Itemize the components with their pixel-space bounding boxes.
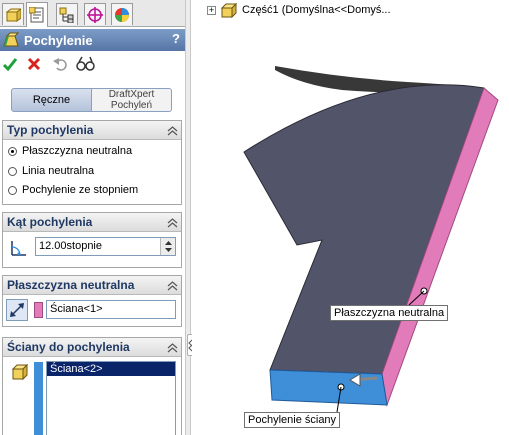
panel-title: Pochylenie <box>24 32 93 48</box>
draft-angle-value: 12.00stopnie <box>39 240 102 252</box>
draft-face-callout-label: Pochylenie ściany <box>248 414 337 426</box>
radio-label: Linia neutralna <box>22 165 95 177</box>
draft-direction-arrow <box>351 376 378 382</box>
radio-button[interactable] <box>8 185 17 195</box>
neutral-plane-title: Płaszczyzna neutralna <box>7 278 135 292</box>
ok-check-icon <box>2 58 18 72</box>
draft-angle-title: Kąt pochylenia <box>7 215 93 229</box>
property-manager-icon <box>29 7 44 23</box>
draftxpert-label-line1: DraftXpert <box>108 89 155 100</box>
undo-button[interactable] <box>50 54 70 74</box>
draft-face-leader-dot <box>337 383 345 391</box>
graphics-viewport[interactable]: + Część1 (Domyślna<<Domyś... Płaszczyzna… <box>192 0 509 435</box>
cancel-button[interactable] <box>24 54 44 74</box>
draft-face-leader <box>336 386 342 413</box>
radio-label: Płaszczyzna neutralna <box>22 145 133 157</box>
draft-angle-input[interactable]: 12.00stopnie <box>35 237 176 256</box>
property-manager: Pochylenie ? Ręczne DraftXpert Pochyleń … <box>0 0 186 435</box>
neutral-plane-value: Ściana<1> <box>50 303 103 315</box>
angle-icon <box>11 241 26 256</box>
collapse-icon[interactable] <box>167 125 178 136</box>
manual-mode-label: Ręczne <box>32 93 71 106</box>
draft-arrow-head <box>349 373 361 387</box>
model-view <box>243 66 499 413</box>
tab-configuration-manager[interactable] <box>56 3 78 25</box>
action-buttons <box>0 54 185 76</box>
undo-icon <box>53 58 67 71</box>
flyout-feature-tree[interactable]: + Część1 (Domyślna<<Domyś... <box>207 2 391 18</box>
model-shadow <box>275 66 462 94</box>
neutral-plane-callout[interactable]: Płaszczyzna neutralna <box>330 305 449 321</box>
draftxpert-label-line2: Pochyleń <box>110 100 153 111</box>
part-icon <box>220 2 238 18</box>
draft-face-callout[interactable]: Pochylenie ściany <box>244 412 341 428</box>
draft-type-header[interactable]: Typ pochylenia <box>3 121 181 140</box>
dimxpert-icon <box>87 6 103 23</box>
reverse-direction-button[interactable] <box>6 299 28 321</box>
radio-parting-line[interactable]: Linia neutralna <box>8 165 94 177</box>
neutral-plane-leader-dot <box>420 287 428 295</box>
tab-property-manager[interactable] <box>26 2 48 27</box>
neutral-plane-callout-label: Płaszczyzna neutralna <box>334 307 445 319</box>
collapse-icon[interactable] <box>167 217 178 228</box>
faces-selection-list[interactable]: Ściana<2> <box>46 361 176 435</box>
collapse-icon[interactable] <box>167 280 178 291</box>
radio-step-draft[interactable]: Pochylenie ze stopniem <box>8 184 138 196</box>
detailed-preview-button[interactable] <box>76 54 96 74</box>
tab-display-manager[interactable] <box>111 3 133 25</box>
neutral-plane-color-swatch <box>34 302 43 318</box>
model-top-face <box>243 84 485 375</box>
ok-button[interactable] <box>0 54 20 74</box>
radio-neutral-plane[interactable]: Płaszczyzna neutralna <box>8 145 132 157</box>
neutral-plane-icon <box>10 303 24 317</box>
neutral-plane-header[interactable]: Płaszczyzna neutralna <box>3 276 181 295</box>
faces-icon <box>11 363 29 381</box>
draft-type-title: Typ pochylenia <box>7 123 94 137</box>
draft-feature-icon <box>3 32 20 47</box>
tab-feature-manager[interactable] <box>2 3 24 25</box>
radio-button[interactable] <box>8 146 17 156</box>
panel-splitter[interactable] <box>186 0 191 435</box>
neutral-plane-face <box>381 87 499 407</box>
faces-title: Ściany do pochylenia <box>7 340 130 354</box>
neutral-plane-leader <box>408 290 425 306</box>
angle-spin-buttons[interactable] <box>160 238 175 255</box>
draft-angle-group: Kąt pochylenia 12.00stopnie <box>2 212 182 268</box>
manual-mode-button[interactable]: Ręczne <box>11 88 92 112</box>
manager-tab-bar <box>0 0 185 27</box>
draft-type-group: Typ pochylenia Płaszczyzna neutralna Lin… <box>2 120 182 205</box>
part-name: Część1 (Domyślna<<Domyś... <box>242 4 391 16</box>
list-item[interactable]: Ściana<2> <box>47 362 175 376</box>
cancel-x-icon <box>27 57 41 71</box>
expand-icon[interactable]: + <box>207 5 216 15</box>
detailed-preview-icon <box>76 56 95 71</box>
collapse-icon[interactable] <box>167 342 178 353</box>
configuration-manager-icon <box>59 7 74 23</box>
display-manager-icon <box>115 7 129 22</box>
radio-label: Pochylenie ze stopniem <box>22 184 139 196</box>
panel-title-bar: Pochylenie ? <box>0 29 185 51</box>
draftxpert-mode-button[interactable]: DraftXpert Pochyleń <box>92 88 172 112</box>
neutral-plane-group: Płaszczyzna neutralna Ściana<1> <box>2 275 182 327</box>
tab-dimxpert[interactable] <box>84 3 106 25</box>
feature-manager-icon <box>5 7 21 22</box>
faces-header[interactable]: Ściany do pochylenia <box>3 338 181 357</box>
radio-button[interactable] <box>8 166 17 176</box>
help-button[interactable]: ? <box>172 31 180 46</box>
spin-arrows-icon <box>165 241 172 252</box>
faces-color-swatch <box>34 362 43 435</box>
draft-face <box>269 369 388 406</box>
neutral-plane-selection-box[interactable]: Ściana<1> <box>46 300 176 319</box>
draft-angle-header[interactable]: Kąt pochylenia <box>3 213 181 232</box>
faces-to-draft-group: Ściany do pochylenia Ściana<2> <box>2 337 182 435</box>
mode-toggle: Ręczne DraftXpert Pochyleń <box>11 88 172 112</box>
